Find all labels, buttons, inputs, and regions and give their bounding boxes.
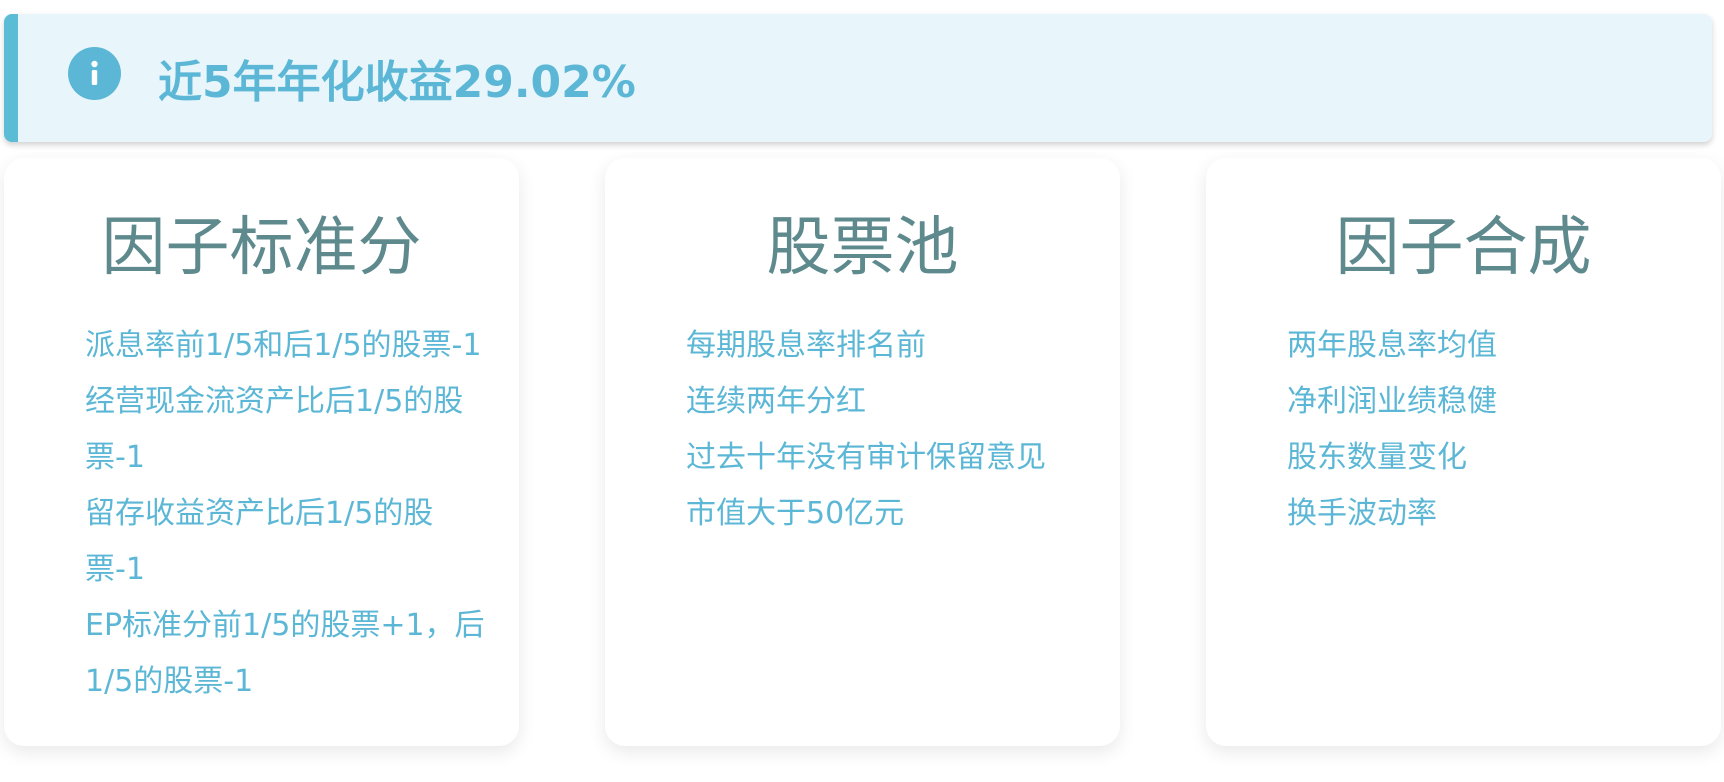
list-item: 市值大于50亿元 [686, 496, 905, 531]
list-item: 换手波动率 [1287, 496, 1437, 531]
card-factor-synthesis: 因子合成 两年股息率均值 净利润业绩稳健 股东数量变化 换手波动率 [1206, 158, 1721, 746]
list-item: 经营现金流资产比后1/5的股票-1 [85, 384, 464, 475]
card-item-list: 派息率前1/5和后1/5的股票-1 经营现金流资产比后1/5的股票-1 留存收益… [85, 318, 485, 710]
card-title: 因子合成 [1335, 211, 1592, 285]
annualized-return-text: 近5年年化收益29.02% [158, 57, 636, 108]
card-title: 股票池 [766, 211, 959, 285]
info-alert: 近5年年化收益29.02% [4, 14, 1712, 142]
card-item-list: 每期股息率排名前 连续两年分红 过去十年没有审计保留意见 市值大于50亿元 [686, 318, 1086, 542]
list-item: 留存收益资产比后1/5的股票-1 [85, 496, 434, 587]
list-item: 股东数量变化 [1287, 440, 1467, 475]
list-item: 每期股息率排名前 [686, 328, 926, 363]
card-stock-pool: 股票池 每期股息率排名前 连续两年分红 过去十年没有审计保留意见 市值大于50亿… [605, 158, 1120, 746]
list-item: 过去十年没有审计保留意见 [686, 440, 1046, 475]
info-icon [68, 47, 121, 100]
card-item-list: 两年股息率均值 净利润业绩稳健 股东数量变化 换手波动率 [1287, 318, 1687, 542]
card-title: 因子标准分 [101, 211, 422, 285]
list-item: 连续两年分红 [686, 384, 866, 419]
list-item: EP标准分前1/5的股票+1，后1/5的股票-1 [85, 608, 485, 699]
list-item: 派息率前1/5和后1/5的股票-1 [85, 328, 482, 363]
card-factor-standard-score: 因子标准分 派息率前1/5和后1/5的股票-1 经营现金流资产比后1/5的股票-… [4, 158, 519, 746]
list-item: 净利润业绩稳健 [1287, 384, 1497, 419]
list-item: 两年股息率均值 [1287, 328, 1497, 363]
